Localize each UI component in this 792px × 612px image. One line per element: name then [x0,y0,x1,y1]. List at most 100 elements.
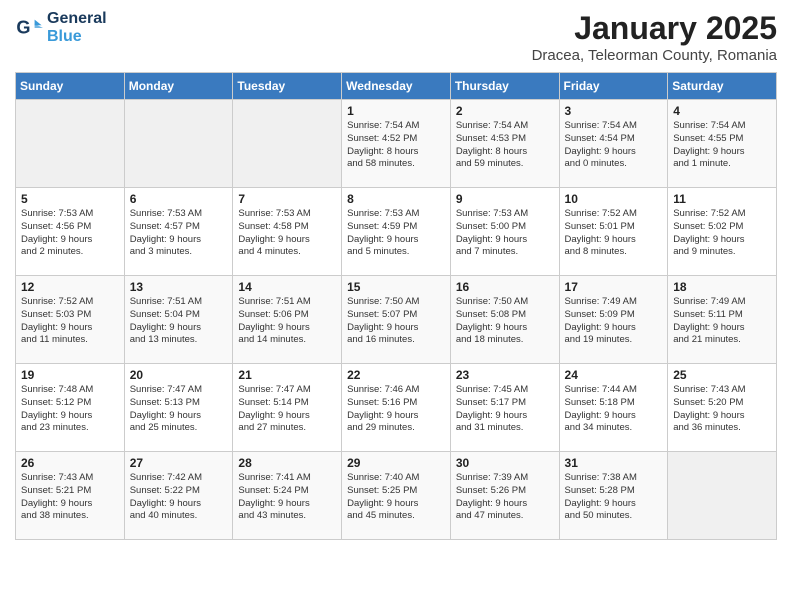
day-number: 26 [21,456,119,470]
col-header-thursday: Thursday [450,73,559,100]
day-number: 1 [347,104,445,118]
svg-text:G: G [16,18,30,38]
calendar-cell: 7Sunrise: 7:53 AMSunset: 4:58 PMDaylight… [233,188,342,276]
cell-content: Sunrise: 7:54 AMSunset: 4:52 PMDaylight:… [347,120,445,171]
calendar-cell: 9Sunrise: 7:53 AMSunset: 5:00 PMDaylight… [450,188,559,276]
cell-content: Sunrise: 7:53 AMSunset: 5:00 PMDaylight:… [456,208,554,259]
calendar-cell: 20Sunrise: 7:47 AMSunset: 5:13 PMDayligh… [124,364,233,452]
col-header-tuesday: Tuesday [233,73,342,100]
day-number: 2 [456,104,554,118]
calendar-cell: 17 Sunrise: 7:49 AMSunset: 5:09 PMDayligh… [559,276,668,364]
calendar-cell: 13 Sunrise: 7:51 AMSunset: 5:04 PMDayligh… [124,276,233,364]
logo-blue: Blue [47,28,107,46]
day-number: 18 [673,280,771,294]
cell-content: Sunrise: 7:41 AMSunset: 5:24 PMDaylight:… [238,472,336,523]
day-number: 11 [673,192,771,206]
calendar-cell: 28 Sunrise: 7:41 AMSunset: 5:24 PMDayligh… [233,452,342,540]
calendar-cell [233,100,342,188]
cell-content: Sunrise: 7:47 AMSunset: 5:14 PMDaylight:… [238,384,336,435]
cell-content: Sunrise: 7:43 AMSunset: 5:20 PMDaylight:… [673,384,771,435]
col-header-monday: Monday [124,73,233,100]
calendar-cell: 24 Sunrise: 7:44 AMSunset: 5:18 PMDayligh… [559,364,668,452]
week-row-5: 26 Sunrise: 7:43 AMSunset: 5:21 PMDayligh… [16,452,777,540]
cell-content: Sunrise: 7:52 AMSunset: 5:02 PMDaylight:… [673,208,771,259]
calendar-cell: 29Sunrise: 7:40 AMSunset: 5:25 PMDayligh… [342,452,451,540]
day-number: 25 [673,368,771,382]
calendar-cell: 6 Sunrise: 7:53 AMSunset: 4:57 PMDaylight… [124,188,233,276]
week-row-2: 5Sunrise: 7:53 AMSunset: 4:56 PMDaylight… [16,188,777,276]
day-number: 17 [565,280,663,294]
calendar-cell: 19 Sunrise: 7:48 AMSunset: 5:12 PMDayligh… [16,364,125,452]
calendar-cell: 1 Sunrise: 7:54 AMSunset: 4:52 PMDaylight… [342,100,451,188]
calendar-cell: 16Sunrise: 7:50 AMSunset: 5:08 PMDayligh… [450,276,559,364]
cell-content: Sunrise: 7:54 AMSunset: 4:55 PMDaylight:… [673,120,771,171]
calendar-cell: 18 Sunrise: 7:49 AMSunset: 5:11 PMDayligh… [668,276,777,364]
day-number: 16 [456,280,554,294]
day-number: 6 [130,192,228,206]
day-number: 20 [130,368,228,382]
col-header-sunday: Sunday [16,73,125,100]
calendar-cell: 25 Sunrise: 7:43 AMSunset: 5:20 PMDayligh… [668,364,777,452]
cell-content: Sunrise: 7:52 AMSunset: 5:01 PMDaylight:… [565,208,663,259]
calendar-cell: 14 Sunrise: 7:51 AMSunset: 5:06 PMDayligh… [233,276,342,364]
calendar-cell: 4 Sunrise: 7:54 AMSunset: 4:55 PMDaylight… [668,100,777,188]
day-number: 22 [347,368,445,382]
cell-content: Sunrise: 7:46 AMSunset: 5:16 PMDaylight:… [347,384,445,435]
calendar-cell [124,100,233,188]
day-number: 30 [456,456,554,470]
calendar-cell: 8 Sunrise: 7:53 AMSunset: 4:59 PMDaylight… [342,188,451,276]
day-number: 19 [21,368,119,382]
calendar-cell: 30 Sunrise: 7:39 AMSunset: 5:26 PMDayligh… [450,452,559,540]
day-number: 23 [456,368,554,382]
cell-content: Sunrise: 7:54 AMSunset: 4:53 PMDaylight:… [456,120,554,171]
day-number: 24 [565,368,663,382]
calendar-cell: 3 Sunrise: 7:54 AMSunset: 4:54 PMDaylight… [559,100,668,188]
cell-content: Sunrise: 7:51 AMSunset: 5:06 PMDaylight:… [238,296,336,347]
week-row-1: 1 Sunrise: 7:54 AMSunset: 4:52 PMDaylight… [16,100,777,188]
logo-icon: G [15,14,43,42]
cell-content: Sunrise: 7:43 AMSunset: 5:21 PMDaylight:… [21,472,119,523]
calendar-cell: 12 Sunrise: 7:52 AMSunset: 5:03 PMDayligh… [16,276,125,364]
day-number: 12 [21,280,119,294]
cell-content: Sunrise: 7:49 AMSunset: 5:11 PMDaylight:… [673,296,771,347]
header: G General Blue January 2025 Dracea, Tele… [15,10,777,64]
day-number: 10 [565,192,663,206]
day-number: 29 [347,456,445,470]
cell-content: Sunrise: 7:53 AMSunset: 4:56 PMDaylight:… [21,208,119,259]
cell-content: Sunrise: 7:39 AMSunset: 5:26 PMDaylight:… [456,472,554,523]
calendar-cell: 23 Sunrise: 7:45 AMSunset: 5:17 PMDayligh… [450,364,559,452]
day-number: 7 [238,192,336,206]
day-number: 3 [565,104,663,118]
calendar-cell: 21Sunrise: 7:47 AMSunset: 5:14 PMDayligh… [233,364,342,452]
calendar-cell: 10 Sunrise: 7:52 AMSunset: 5:01 PMDayligh… [559,188,668,276]
day-number: 14 [238,280,336,294]
cell-content: Sunrise: 7:44 AMSunset: 5:18 PMDaylight:… [565,384,663,435]
cell-content: Sunrise: 7:53 AMSunset: 4:59 PMDaylight:… [347,208,445,259]
calendar-cell: 31Sunrise: 7:38 AMSunset: 5:28 PMDayligh… [559,452,668,540]
day-number: 8 [347,192,445,206]
logo-general: General [47,10,107,28]
calendar-cell [16,100,125,188]
cell-content: Sunrise: 7:45 AMSunset: 5:17 PMDaylight:… [456,384,554,435]
cell-content: Sunrise: 7:53 AMSunset: 4:57 PMDaylight:… [130,208,228,259]
cell-content: Sunrise: 7:38 AMSunset: 5:28 PMDaylight:… [565,472,663,523]
day-number: 15 [347,280,445,294]
cell-content: Sunrise: 7:51 AMSunset: 5:04 PMDaylight:… [130,296,228,347]
cell-content: Sunrise: 7:48 AMSunset: 5:12 PMDaylight:… [21,384,119,435]
day-number: 28 [238,456,336,470]
calendar-title: January 2025 [532,10,777,47]
cell-content: Sunrise: 7:42 AMSunset: 5:22 PMDaylight:… [130,472,228,523]
calendar-cell: 15 Sunrise: 7:50 AMSunset: 5:07 PMDayligh… [342,276,451,364]
cell-content: Sunrise: 7:49 AMSunset: 5:09 PMDaylight:… [565,296,663,347]
cell-content: Sunrise: 7:54 AMSunset: 4:54 PMDaylight:… [565,120,663,171]
day-number: 27 [130,456,228,470]
calendar-subtitle: Dracea, Teleorman County, Romania [532,47,777,64]
day-number: 4 [673,104,771,118]
week-row-3: 12 Sunrise: 7:52 AMSunset: 5:03 PMDayligh… [16,276,777,364]
day-number: 13 [130,280,228,294]
cell-content: Sunrise: 7:50 AMSunset: 5:07 PMDaylight:… [347,296,445,347]
col-header-saturday: Saturday [668,73,777,100]
col-header-wednesday: Wednesday [342,73,451,100]
calendar-cell: 2 Sunrise: 7:54 AMSunset: 4:53 PMDaylight… [450,100,559,188]
cell-content: Sunrise: 7:52 AMSunset: 5:03 PMDaylight:… [21,296,119,347]
